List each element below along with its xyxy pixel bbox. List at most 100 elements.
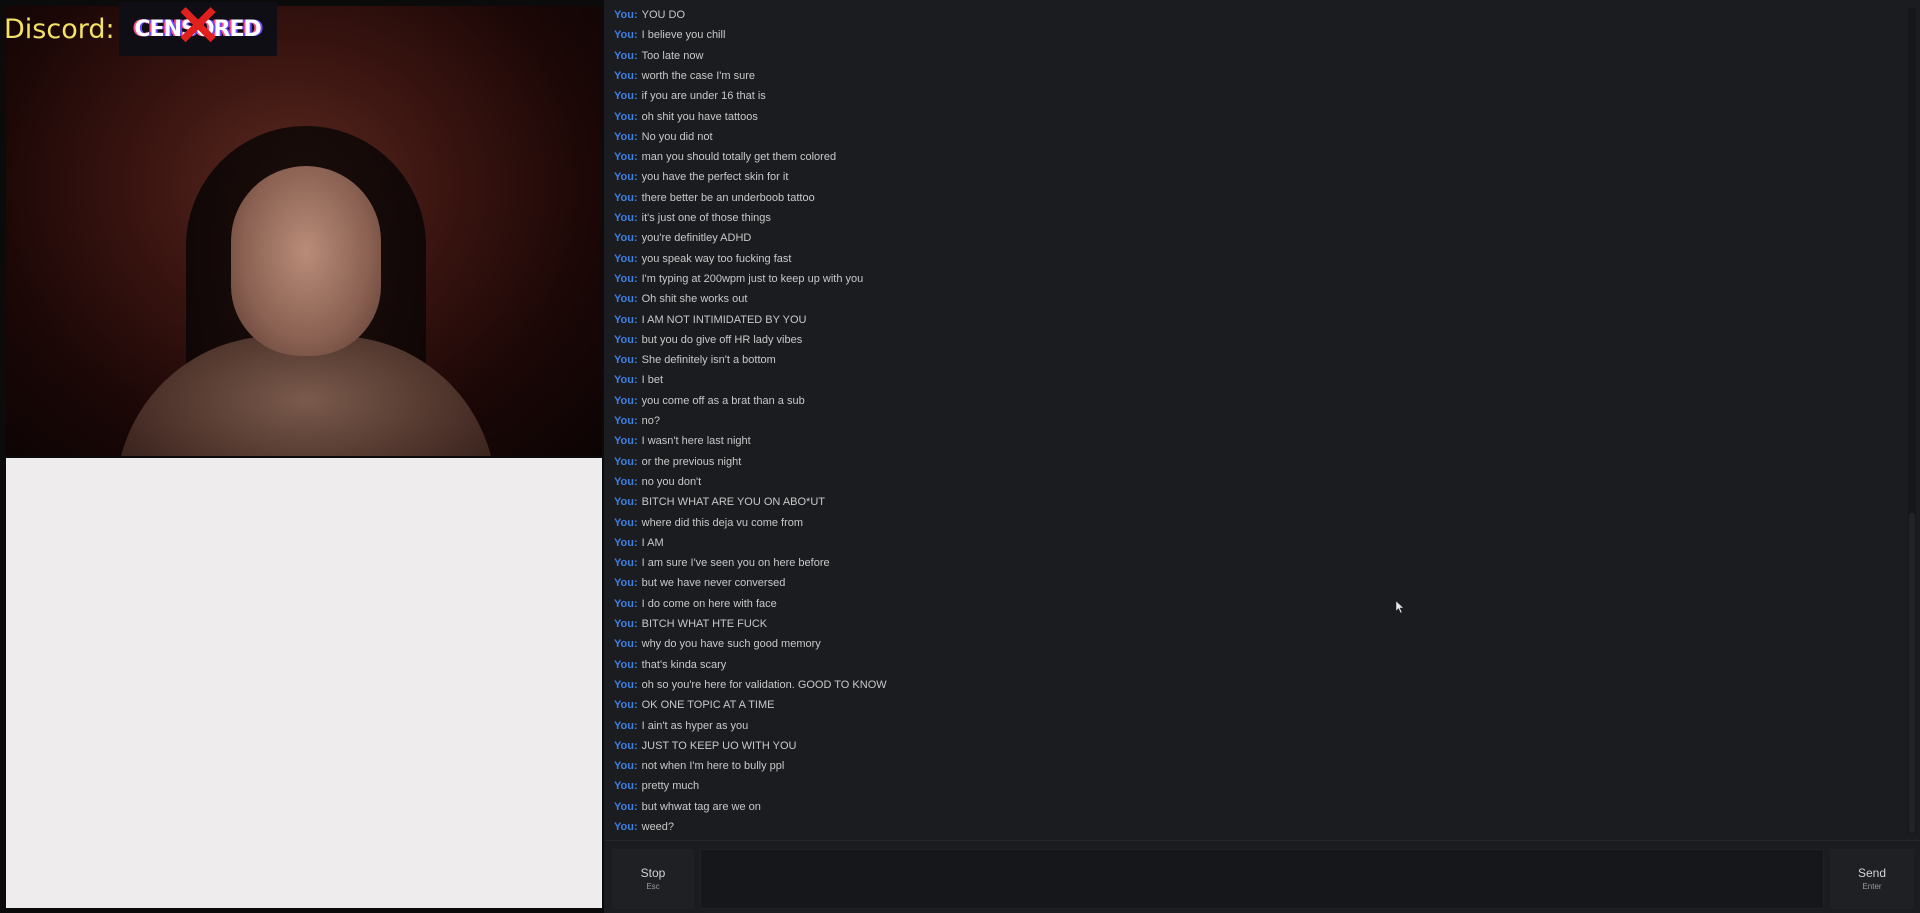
chat-message: You: Too late now — [614, 46, 703, 66]
message-sender: You: — [614, 719, 638, 732]
chat-message: You: man you should totally get them colo… — [614, 147, 836, 167]
message-text: BITCH WHAT HTE FUCK — [641, 618, 768, 630]
message-sender: You: — [614, 658, 638, 671]
chat-message: You: pretty much — [614, 776, 699, 796]
chat-message: You: there better be an underboob tattoo — [614, 188, 815, 208]
message-text: not when I'm here to bully ppl — [641, 760, 785, 773]
message-sender: You: — [614, 557, 638, 570]
overlay-label: Discord: — [4, 13, 115, 45]
chat-message: You: if you are under 16 that is — [614, 86, 766, 106]
message-sender: You: — [614, 29, 638, 42]
message-sender: You: — [614, 374, 638, 387]
message-text: oh so you're here for validation. GOOD T… — [641, 678, 887, 691]
app-window: Discord: CENSORED ✕ You: YOU DO You: I beli… — [0, 0, 1920, 913]
message-text: Too late now — [641, 49, 704, 62]
message-sender: You: — [614, 597, 638, 610]
message-sender: You: — [614, 821, 638, 833]
stop-button-label: Stop — [640, 866, 666, 880]
video-panel: Discord: CENSORED ✕ — [0, 0, 604, 913]
message-sender: You: — [614, 739, 638, 752]
chat-message: You: JUST TO KEEP UO WITH YOU — [614, 736, 796, 756]
message-sender: You: — [614, 333, 638, 346]
message-sender: You: — [614, 272, 638, 285]
message-sender: You: — [614, 191, 638, 204]
message-text: man you should totally get them colored — [641, 151, 837, 164]
chat-message: You: No you did not — [614, 127, 713, 147]
message-sender: You: — [614, 130, 638, 143]
chat-message: You: I'm typing at 200wpm just to keep up… — [614, 269, 863, 289]
chat-log[interactable]: You: YOU DO You: I believe you chill You: Too… — [604, 0, 1900, 838]
message-text: She definitely isn't a bottom — [641, 354, 776, 367]
message-text: pretty much — [641, 780, 700, 793]
chat-message: You: you speak way too fucking fast — [614, 249, 791, 269]
message-text: if you are under 16 that is — [641, 90, 766, 103]
message-text: you're definitley ADHD — [641, 232, 752, 245]
chat-message: You: or the previous night — [614, 452, 741, 472]
stream-overlay: Discord: CENSORED ✕ — [2, 0, 277, 56]
chat-message: You: I AM — [614, 533, 664, 553]
message-text: I AM NOT INTIMIDATED BY YOU — [641, 313, 807, 326]
message-sender: You: — [614, 394, 638, 407]
message-sender: You: — [614, 618, 638, 630]
message-sender: You: — [614, 151, 638, 164]
message-text: why do you have such good memory — [641, 638, 821, 651]
message-text: no you don't — [641, 475, 702, 488]
message-text: or the previous night — [641, 455, 742, 468]
scrollbar-thumb[interactable] — [1909, 513, 1915, 833]
censored-badge: CENSORED ✕ — [118, 0, 277, 56]
message-text: Oh shit she works out — [641, 293, 748, 306]
message-sender: You: — [614, 252, 638, 265]
chat-message: You: Oh shit she works out — [614, 289, 747, 309]
message-text: I'm typing at 200wpm just to keep up wit… — [641, 272, 864, 285]
chat-message: You: but whwat tag are we on — [614, 797, 761, 817]
message-sender: You: — [614, 69, 638, 82]
message-text: no? — [641, 415, 660, 427]
chat-message: You: you're definitley ADHD — [614, 228, 751, 248]
message-sender: You: — [614, 475, 638, 488]
message-sender: You: — [614, 678, 638, 691]
chat-message: You: where did this deja vu come from — [614, 513, 803, 533]
message-sender: You: — [614, 49, 638, 62]
message-sender: You: — [614, 800, 638, 813]
message-text: you have the perfect skin for it — [641, 171, 789, 184]
send-button-label: Send — [1857, 866, 1887, 880]
chat-message-input[interactable] — [700, 849, 1824, 909]
stop-button[interactable]: Stop Esc — [612, 849, 694, 909]
chat-message: You: I am sure I've seen you on here befo… — [614, 553, 830, 573]
message-text: there better be an underboob tattoo — [641, 191, 815, 204]
chat-message: You: oh shit you have tattoos — [614, 107, 758, 127]
chat-message: You: I AM NOT INTIMIDATED BY YOU — [614, 310, 806, 330]
message-text: I believe you chill — [641, 29, 726, 42]
send-button-shortcut: Enter — [1862, 882, 1882, 891]
message-text: worth the case I'm sure — [641, 69, 755, 82]
message-text: OK ONE TOPIC AT A TIME — [641, 699, 775, 712]
chat-message: You: not when I'm here to bully ppl — [614, 756, 784, 776]
message-text: I bet — [641, 374, 664, 387]
message-text: you come off as a brat than a sub — [641, 394, 805, 407]
message-text: but whwat tag are we on — [641, 800, 761, 813]
message-text: that's kinda scary — [641, 658, 727, 671]
message-text: it's just one of those things — [641, 212, 771, 224]
self-video — [6, 458, 602, 908]
message-sender: You: — [614, 415, 638, 427]
chat-message: You: I bet — [614, 370, 663, 390]
message-text: I am sure I've seen you on here before — [641, 557, 830, 570]
message-sender: You: — [614, 760, 638, 773]
chat-message: You: OK ONE TOPIC AT A TIME — [614, 695, 774, 715]
message-sender: You: — [614, 9, 638, 21]
send-button[interactable]: Send Enter — [1830, 849, 1914, 909]
message-sender: You: — [614, 110, 638, 123]
chat-message: You: I believe you chill — [614, 25, 725, 45]
message-sender: You: — [614, 293, 638, 306]
chat-scrollbar[interactable] — [1908, 8, 1916, 834]
message-sender: You: — [614, 780, 638, 793]
chat-message: You: no you don't — [614, 472, 701, 492]
message-text: where did this deja vu come from — [641, 516, 804, 529]
message-sender: You: — [614, 212, 638, 224]
message-sender: You: — [614, 90, 638, 103]
message-text: I do come on here with face — [641, 597, 777, 610]
chat-message: You: weed? — [614, 817, 674, 837]
chat-message: You: I wasn't here last night — [614, 431, 751, 451]
message-text: No you did not — [641, 130, 713, 143]
message-sender: You: — [614, 516, 638, 529]
